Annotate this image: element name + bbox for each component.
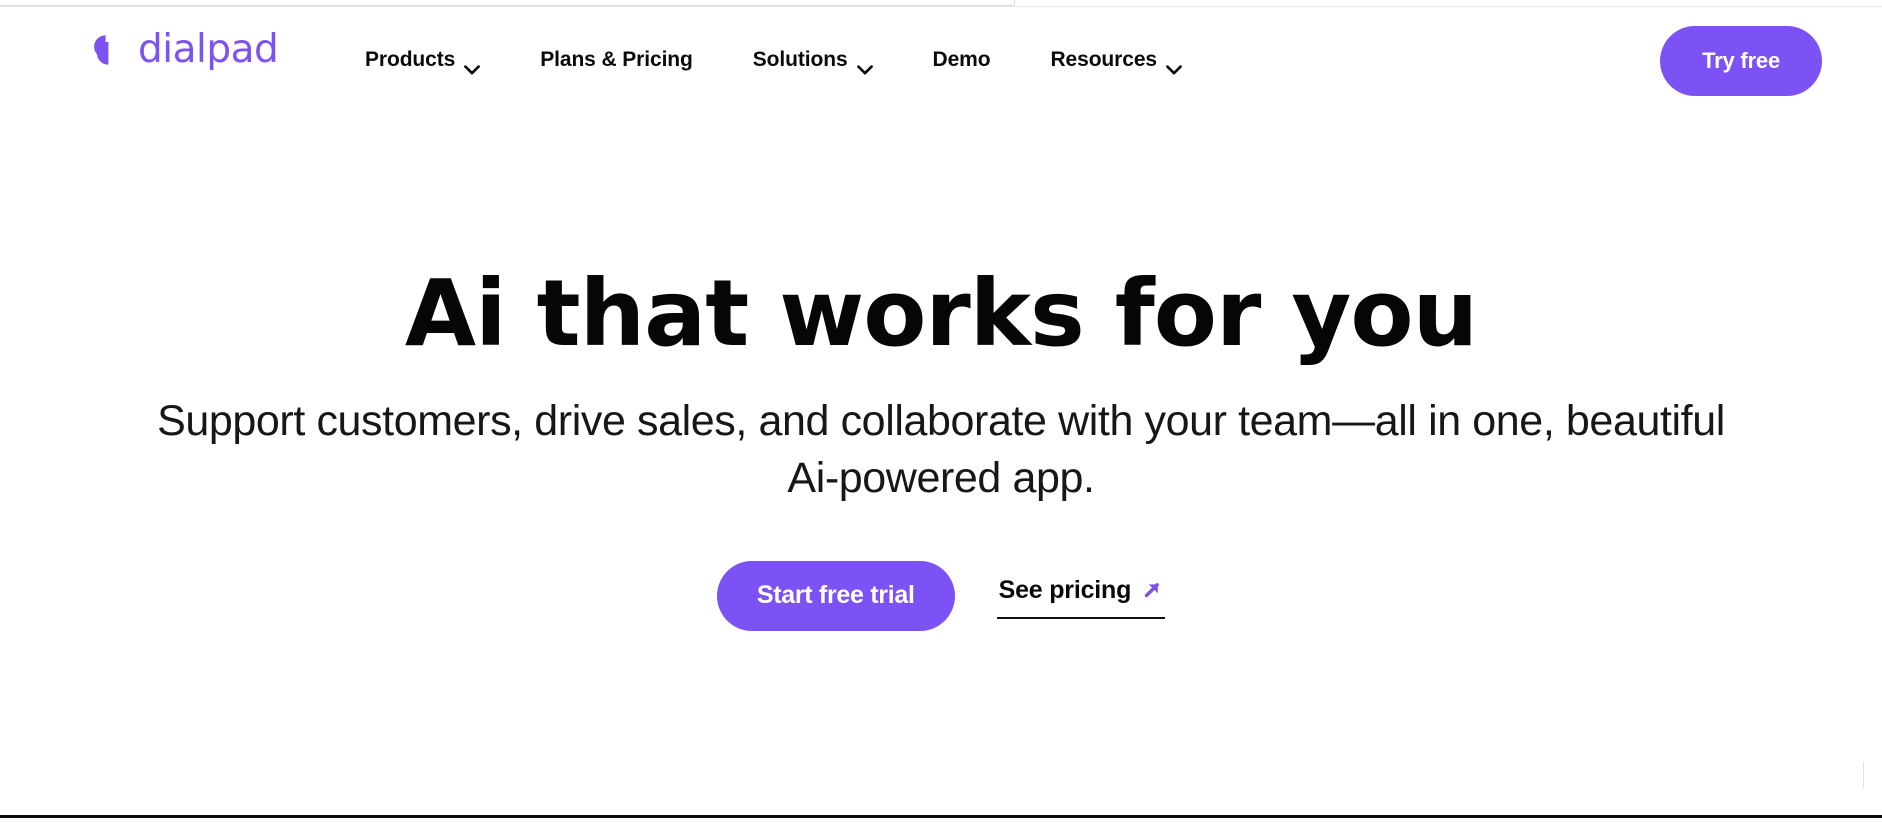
see-pricing-label: See pricing — [998, 576, 1132, 605]
hero-cta-row: Start free trial See pricing — [0, 560, 1882, 631]
bottom-rule — [0, 815, 1882, 818]
browser-top-edge — [0, 0, 1882, 7]
try-free-button[interactable]: Try free — [1660, 26, 1822, 96]
arrow-up-right-icon — [1141, 579, 1163, 601]
start-free-trial-button[interactable]: Start free trial — [716, 560, 955, 631]
nav-item-solutions[interactable]: Solutions — [723, 48, 903, 74]
chevron-down-icon — [1166, 57, 1182, 74]
site-header: dialpad Products Plans & Pricing Solutio… — [0, 7, 1882, 112]
primary-navigation: Products Plans & Pricing Solutions Demo … — [335, 7, 1212, 112]
nav-item-resources[interactable]: Resources — [1020, 48, 1212, 74]
nav-item-label: Solutions — [752, 48, 848, 71]
nav-item-label: Resources — [1050, 48, 1157, 71]
chevron-down-icon — [856, 57, 873, 74]
nav-item-label: Demo — [932, 48, 991, 71]
hero-subtitle: Support customers, drive sales, and coll… — [157, 396, 1725, 502]
nav-item-label: Products — [365, 48, 456, 71]
nav-item-label: Plans & Pricing — [540, 48, 693, 71]
nav-item-demo[interactable]: Demo — [903, 49, 1021, 70]
brand-logo-link[interactable]: dialpad — [86, 26, 279, 72]
nav-item-plans-pricing[interactable]: Plans & Pricing — [510, 49, 723, 70]
nav-item-products[interactable]: Products — [335, 48, 510, 74]
dialpad-logo-icon — [86, 29, 128, 71]
browser-bottom-edge — [0, 814, 1882, 824]
chevron-down-icon — [464, 57, 481, 74]
brand-name: dialpad — [138, 26, 279, 72]
see-pricing-link[interactable]: See pricing — [996, 576, 1166, 620]
page-title: Ai that works for you — [404, 260, 1478, 367]
hero-section: Ai that works for you Support customers,… — [0, 112, 1882, 812]
scrollbar-tick[interactable] — [1863, 762, 1864, 788]
